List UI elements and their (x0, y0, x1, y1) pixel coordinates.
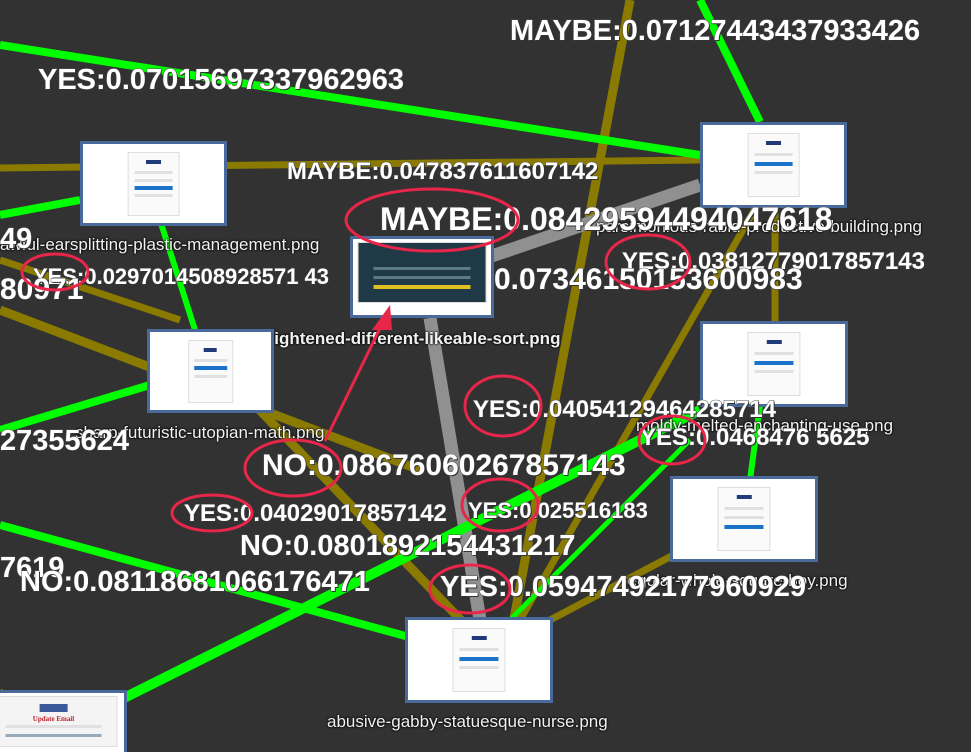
paypal-logo-icon (145, 160, 162, 165)
node-frightened-different[interactable] (350, 236, 494, 318)
edge-label: NO:0.08118681066176471 (20, 566, 371, 599)
page-thumbnail (452, 628, 506, 693)
paypal-logo-icon (766, 340, 782, 345)
paypal-logo-icon (203, 348, 218, 353)
email-logo-icon (39, 703, 68, 712)
edge-label: YES:0.025516183 (468, 498, 649, 524)
edge-label: 0.07346150153600983 (494, 263, 804, 297)
edge-label: NO:0.08676060267857143 (262, 449, 627, 483)
graph-edge (0, 41, 701, 159)
page-thumbnail (747, 133, 800, 198)
page-thumbnail (717, 487, 771, 552)
paypal-logo-icon (765, 141, 782, 146)
node-awful-earsplitting[interactable] (80, 141, 227, 226)
paypal-logo-icon (736, 495, 752, 500)
page-thumbnail (187, 339, 234, 403)
node-parsimonious-rabid[interactable] (700, 122, 847, 208)
node-filename: awful-earsplitting-plastic-management.pn… (0, 235, 320, 254)
thumbnail-title: Update Email (32, 714, 75, 723)
node-filename: frightened-different-likeable-sort.png (262, 329, 561, 348)
node-abusive-gabby[interactable] (405, 617, 553, 703)
edge-label: MAYBE:0.08429594494047618 (380, 201, 834, 238)
page-thumbnail: Update Email (0, 695, 118, 748)
node-update-email[interactable]: Update Email (0, 690, 127, 752)
node-regular-whole[interactable] (670, 476, 818, 562)
graph-canvas: awful-earsplitting-plastic-management.pn… (0, 0, 971, 752)
paypal-logo-icon (471, 636, 487, 641)
edge-label: 27355624 (0, 425, 130, 458)
edge-label: YES:0.0468476 5625 (640, 424, 871, 452)
graph-edge (0, 196, 81, 219)
edge-label: YES:0.07015697337962963 (37, 64, 405, 97)
edge-label: 80971 (0, 273, 84, 307)
edge-label: MAYBE:0.07127443437933426 (509, 15, 921, 48)
edge-label: YES:0.04029017857142 (184, 500, 448, 528)
edge-label: YES:0.04054129464285714 (473, 396, 777, 424)
node-sharp-futuristic[interactable] (147, 329, 274, 413)
page-thumbnail (127, 151, 180, 216)
node-filename: abusive-gabby-statuesque-nurse.png (327, 712, 608, 731)
edge-label: NO:0.0801892154431217 (239, 530, 576, 563)
edge-label: 49 (0, 223, 33, 256)
page-thumbnail (747, 332, 801, 397)
edge-label: YES:0.05947492177960929 (439, 571, 807, 604)
node-moldy-melted[interactable] (700, 321, 848, 407)
page-thumbnail (357, 242, 487, 304)
edge-label: MAYBE:0.047837611607142 (286, 158, 599, 186)
